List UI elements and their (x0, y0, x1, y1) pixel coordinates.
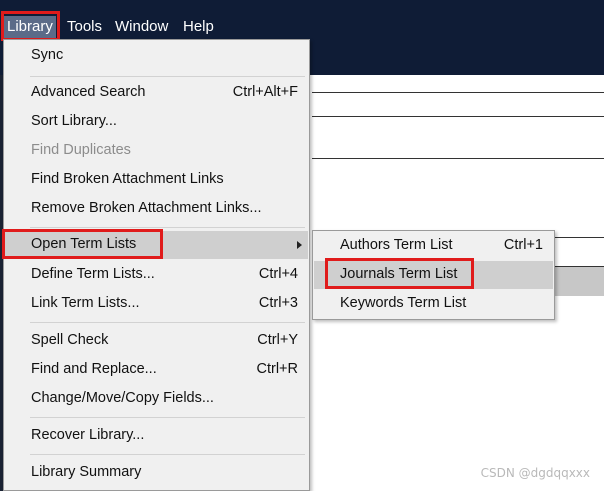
menu-item-label: Library Summary (31, 464, 142, 480)
menu-tools[interactable]: Tools (64, 16, 105, 38)
menu-item-shortcut: Ctrl+3 (258, 295, 298, 311)
menu-item-label: Sync (31, 47, 64, 63)
library-menu: Sync Advanced Search Ctrl+Alt+F Sort Lib… (3, 39, 310, 491)
menu-item-shortcut: Ctrl+R (256, 361, 299, 377)
menu-separator (30, 417, 305, 418)
menu-item-find-duplicates: Find Duplicates (5, 137, 308, 165)
menu-item-sync[interactable]: Sync (5, 42, 308, 70)
menu-item-authors-term-list[interactable]: Authors Term List Ctrl+1 (314, 232, 553, 260)
menu-item-sort-library[interactable]: Sort Library... (5, 108, 308, 136)
menu-item-label: Sort Library... (31, 113, 117, 129)
menu-item-label: Change/Move/Copy Fields... (31, 390, 214, 406)
menu-library[interactable]: Library (4, 16, 56, 38)
menu-item-label: Open Term Lists (31, 236, 137, 252)
menu-item-define-term-lists[interactable]: Define Term Lists... Ctrl+4 (5, 261, 308, 289)
menu-item-label: Find Duplicates (31, 142, 131, 158)
menu-item-remove-broken-links[interactable]: Remove Broken Attachment Links... (5, 195, 308, 223)
menu-item-label: Authors Term List (340, 237, 453, 253)
menu-item-recover-library[interactable]: Recover Library... (5, 422, 308, 450)
menu-separator (30, 454, 305, 455)
menu-separator (30, 227, 305, 228)
menu-item-find-broken-links[interactable]: Find Broken Attachment Links (5, 166, 308, 194)
menu-item-shortcut: Ctrl+Y (257, 332, 298, 348)
menu-item-change-move-copy-fields[interactable]: Change/Move/Copy Fields... (5, 385, 308, 413)
menu-help[interactable]: Help (180, 16, 217, 38)
watermark-text: CSDN @dgdqqxxx (480, 466, 590, 480)
list-divider (312, 158, 604, 159)
menu-separator (30, 322, 305, 323)
menu-item-library-summary[interactable]: Library Summary (5, 459, 308, 487)
menu-item-label: Recover Library... (31, 427, 145, 443)
menu-item-label: Define Term Lists... (31, 266, 155, 282)
menu-item-shortcut: Ctrl+4 (258, 266, 298, 282)
menu-separator (30, 76, 305, 77)
menu-item-label: Remove Broken Attachment Links... (31, 200, 262, 216)
term-lists-submenu: Authors Term List Ctrl+1 Journals Term L… (312, 230, 555, 320)
menu-item-find-and-replace[interactable]: Find and Replace... Ctrl+R (5, 356, 308, 384)
list-divider (312, 92, 604, 93)
menu-item-shortcut: Ctrl+Alt+F (232, 84, 298, 100)
menu-item-label: Find Broken Attachment Links (31, 171, 224, 187)
menu-item-shortcut: Ctrl+1 (503, 237, 543, 253)
menu-item-label: Spell Check (31, 332, 109, 348)
menu-item-label: Keywords Term List (340, 295, 467, 311)
menu-item-label: Advanced Search (31, 84, 146, 100)
menu-item-journals-term-list[interactable]: Journals Term List (314, 261, 553, 289)
menu-item-link-term-lists[interactable]: Link Term Lists... Ctrl+3 (5, 290, 308, 318)
menu-item-spell-check[interactable]: Spell Check Ctrl+Y (5, 327, 308, 355)
menu-item-label: Find and Replace... (31, 361, 157, 377)
menu-item-label: Journals Term List (340, 266, 458, 282)
menu-item-label: Link Term Lists... (31, 295, 140, 311)
menu-item-open-term-lists[interactable]: Open Term Lists (5, 231, 308, 259)
menu-window[interactable]: Window (112, 16, 171, 38)
menu-item-advanced-search[interactable]: Advanced Search Ctrl+Alt+F (5, 79, 308, 107)
list-divider (312, 116, 604, 117)
submenu-arrow-icon (297, 241, 302, 249)
menu-item-keywords-term-list[interactable]: Keywords Term List (314, 290, 553, 318)
